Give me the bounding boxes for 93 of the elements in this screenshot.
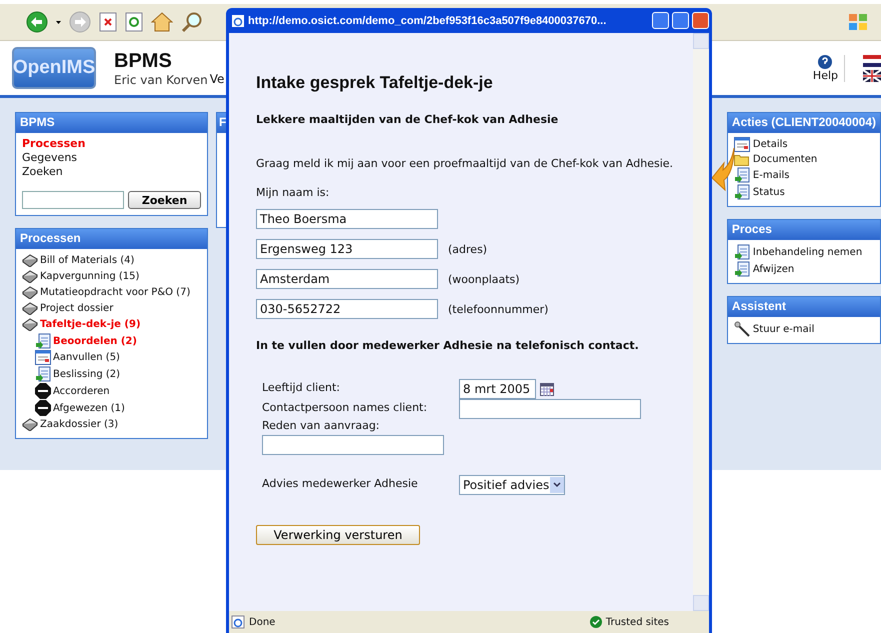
date-field[interactable]: 8 mrt 2005 xyxy=(459,379,536,399)
folder-icon xyxy=(734,153,750,166)
form-icon xyxy=(734,137,750,152)
status-text: Done xyxy=(249,616,276,628)
home-icon[interactable] xyxy=(151,12,173,32)
stop-icon[interactable] xyxy=(99,12,117,32)
process-item[interactable]: Kapvergunning (15) xyxy=(22,269,201,284)
action-link[interactable]: Inbehandeling nemen xyxy=(734,244,874,260)
ie-page-icon xyxy=(231,14,245,28)
nav-link[interactable]: Gegevens xyxy=(22,151,201,164)
action-link[interactable]: E-mails xyxy=(734,167,874,183)
task-item[interactable]: Afgewezen (1) xyxy=(35,400,201,416)
process-item[interactable]: Mutatieopdracht voor P&O (7) xyxy=(22,285,201,300)
text-field[interactable]: 030-5652722 xyxy=(256,299,438,319)
action-link[interactable]: Status xyxy=(734,184,874,200)
book-icon xyxy=(22,302,38,315)
submit-button[interactable]: Verwerking versturen xyxy=(256,525,420,545)
form-title: Intake gesprek Tafeltje-dek-je xyxy=(256,73,494,93)
action-link[interactable]: Afwijzen xyxy=(734,261,874,277)
panel-title: Assistent xyxy=(728,297,880,317)
panel-title: BPMS xyxy=(16,113,207,133)
book-icon xyxy=(22,254,38,267)
text-field[interactable]: Ergensweg 123 xyxy=(256,239,438,259)
text-field[interactable]: Theo Boersma xyxy=(256,209,438,229)
text-field[interactable] xyxy=(262,435,444,455)
process-item[interactable]: Bill of Materials (4) xyxy=(22,253,201,268)
field-note: (woonplaats) xyxy=(448,272,520,286)
search-button[interactable]: Zoeken xyxy=(128,191,201,209)
maximize-button[interactable] xyxy=(672,12,689,29)
text-field[interactable]: Amsterdam xyxy=(256,269,438,289)
check-icon xyxy=(590,616,602,628)
document-icon xyxy=(734,244,750,260)
field-note: (adres) xyxy=(448,242,488,256)
text-field[interactable] xyxy=(459,399,641,419)
task-item[interactable]: Beoordelen (2) xyxy=(35,333,201,349)
document-icon xyxy=(734,184,750,200)
process-item[interactable]: Zaakdossier (3) xyxy=(22,417,201,432)
task-item[interactable]: Accorderen xyxy=(35,383,201,399)
task-item[interactable]: Aanvullen (5) xyxy=(35,350,201,365)
search-field[interactable] xyxy=(22,191,124,209)
user-name: Eric van Korven xyxy=(114,72,208,86)
nav-link[interactable]: Zoeken xyxy=(22,165,201,178)
panel-title: Acties (CLIENT20040004) xyxy=(728,113,880,133)
document-icon xyxy=(734,167,750,183)
document-icon xyxy=(35,366,51,382)
book-icon xyxy=(22,418,38,431)
field-label: Contactpersoon names client: xyxy=(262,400,428,416)
help-link[interactable]: Help xyxy=(812,68,838,82)
form-subtitle: Lekkere maaltijden van de Chef-kok van Adhesie xyxy=(256,113,560,126)
openims-logo: OpenIMS xyxy=(12,47,96,89)
panel-title: Processen xyxy=(16,229,207,249)
dutch-flag-icon[interactable] xyxy=(863,54,881,66)
action-link[interactable]: Documenten xyxy=(734,153,874,166)
security-zone: Trusted sites xyxy=(606,616,669,628)
stop-sign-icon xyxy=(35,383,51,399)
uk-flag-icon[interactable] xyxy=(863,70,881,82)
process-item[interactable]: Project dossier xyxy=(22,301,201,316)
nav-link[interactable]: Processen xyxy=(22,137,201,150)
minimize-button[interactable] xyxy=(652,12,669,29)
action-link[interactable]: Stuur e-mail xyxy=(734,321,874,337)
field-note: (telefoonnummer) xyxy=(448,302,548,316)
action-link[interactable]: Details xyxy=(734,137,874,152)
field-label: Advies medewerker Adhesie xyxy=(262,476,419,492)
task-item[interactable]: Beslissing (2) xyxy=(35,366,201,382)
header-label: Ve xyxy=(210,72,224,86)
help-icon[interactable] xyxy=(818,54,832,68)
book-icon xyxy=(22,270,38,283)
ie-icon xyxy=(231,615,245,629)
book-icon xyxy=(22,286,38,299)
app-title: BPMS xyxy=(114,50,173,72)
advice-dropdown[interactable]: Positief advies xyxy=(459,475,565,495)
back-icon[interactable] xyxy=(26,11,48,33)
field-label: Reden van aanvraag: xyxy=(262,419,381,432)
calendar-icon[interactable] xyxy=(540,382,554,396)
search-icon[interactable] xyxy=(181,11,203,33)
refresh-icon[interactable] xyxy=(125,12,143,32)
wand-icon xyxy=(734,321,750,337)
window-title: http://demo.osict.com/demo_com/2bef953f16c3a507f9e8400037670... xyxy=(248,14,608,26)
form-icon xyxy=(35,350,51,365)
process-item[interactable]: Tafeltje-dek-je (9) xyxy=(22,317,201,332)
stop-sign-icon xyxy=(35,400,51,416)
document-icon xyxy=(734,261,750,277)
panel-title: Proces xyxy=(728,220,880,240)
close-button[interactable] xyxy=(692,12,709,29)
dropdown-icon[interactable] xyxy=(56,20,61,24)
windows-logo-icon xyxy=(847,12,869,32)
field-label: Leeftijd client: xyxy=(262,380,341,396)
section-heading: In te vullen door medewerker Adhesie na telefonisch contact. xyxy=(256,339,640,352)
name-label: Mijn naam is: xyxy=(256,186,330,199)
curved-arrow-icon xyxy=(711,146,735,192)
document-icon xyxy=(35,333,51,349)
intro-text: Graag meld ik mij aan voor een proefmaaltijd van de Chef-kok van Adhesie. xyxy=(256,157,674,170)
book-icon xyxy=(22,318,38,331)
